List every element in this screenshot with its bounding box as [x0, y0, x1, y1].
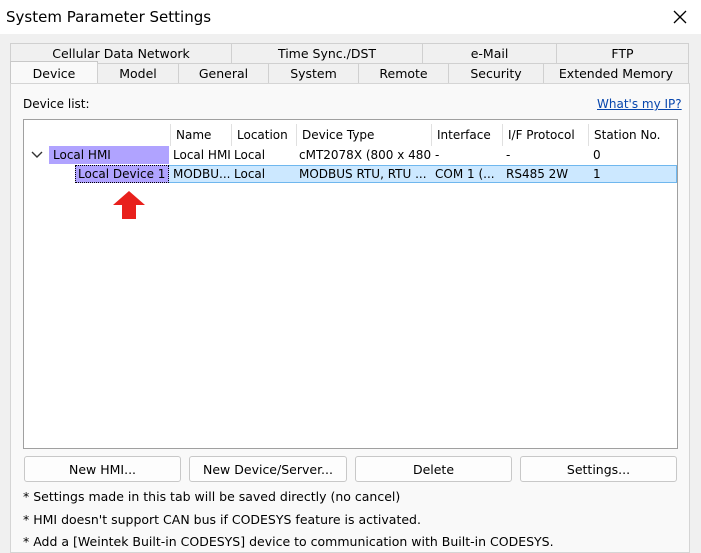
note-text: * HMI doesn't support CAN bus if CODESYS… — [23, 512, 421, 527]
new-hmi-button[interactable]: New HMI... — [24, 456, 181, 482]
column-header-location[interactable]: Location — [231, 124, 296, 146]
tab-email[interactable]: e-Mail — [422, 43, 557, 63]
tab-row-2: Device Model General System Remote Secur… — [10, 61, 689, 84]
delete-button[interactable]: Delete — [355, 456, 512, 482]
red-arrow-up-icon — [113, 191, 145, 219]
tab-general[interactable]: General — [178, 63, 269, 83]
cell-if-protocol: RS485 2W — [506, 167, 569, 181]
window-title: System Parameter Settings — [6, 8, 212, 26]
tab-row-1: Cellular Data Network Time Sync./DST e-M… — [10, 43, 689, 63]
cell-device-type: MODBUS RTU, RTU ... — [299, 167, 427, 181]
close-icon — [673, 10, 687, 24]
cell-name: MODBU... — [173, 167, 230, 181]
tab-extended-memory[interactable]: Extended Memory — [543, 63, 689, 83]
cell-interface: COM 1 (... — [435, 167, 495, 181]
tab-device[interactable]: Device — [10, 61, 98, 84]
close-button[interactable] — [667, 4, 693, 30]
column-header-interface[interactable]: Interface — [431, 124, 502, 146]
tab-ftp[interactable]: FTP — [556, 43, 689, 63]
settings-button[interactable]: Settings... — [520, 456, 677, 482]
title-bar: System Parameter Settings — [0, 0, 701, 34]
tab-remote[interactable]: Remote — [358, 63, 449, 83]
cell-location: Local — [234, 148, 266, 162]
tree-item-local-device-1[interactable]: Local Device 1 — [75, 165, 169, 183]
device-list-label: Device list: — [23, 97, 90, 111]
column-header-device-type[interactable]: Device Type — [296, 124, 431, 146]
tree-item-local-hmi[interactable]: Local HMI — [49, 146, 169, 164]
device-tree[interactable]: Name Location Device Type Interface I/F … — [23, 119, 678, 449]
column-header-station-no[interactable]: Station No. — [588, 124, 679, 146]
tab-model[interactable]: Model — [97, 63, 179, 83]
tab-system[interactable]: System — [268, 63, 359, 83]
cell-interface: - — [435, 148, 440, 162]
chevron-down-icon[interactable] — [30, 148, 44, 162]
cell-device-type: cMT2078X (800 x 480) — [299, 148, 431, 162]
cell-station-no: 0 — [593, 148, 601, 162]
cell-station-no: 1 — [593, 167, 601, 181]
new-device-server-button[interactable]: New Device/Server... — [189, 456, 347, 482]
tab-cellular-data-network[interactable]: Cellular Data Network — [10, 43, 232, 63]
column-header-if-protocol[interactable]: I/F Protocol — [502, 124, 588, 146]
tab-security[interactable]: Security — [448, 63, 544, 83]
cell-name: Local HMI — [173, 148, 230, 162]
tab-time-sync-dst[interactable]: Time Sync./DST — [231, 43, 423, 63]
cell-if-protocol: - — [506, 148, 511, 162]
cell-location: Local — [234, 167, 266, 181]
whats-my-ip-link[interactable]: What's my IP? — [597, 97, 682, 111]
column-header-name[interactable]: Name — [170, 124, 231, 146]
note-text: * Settings made in this tab will be save… — [23, 489, 401, 504]
